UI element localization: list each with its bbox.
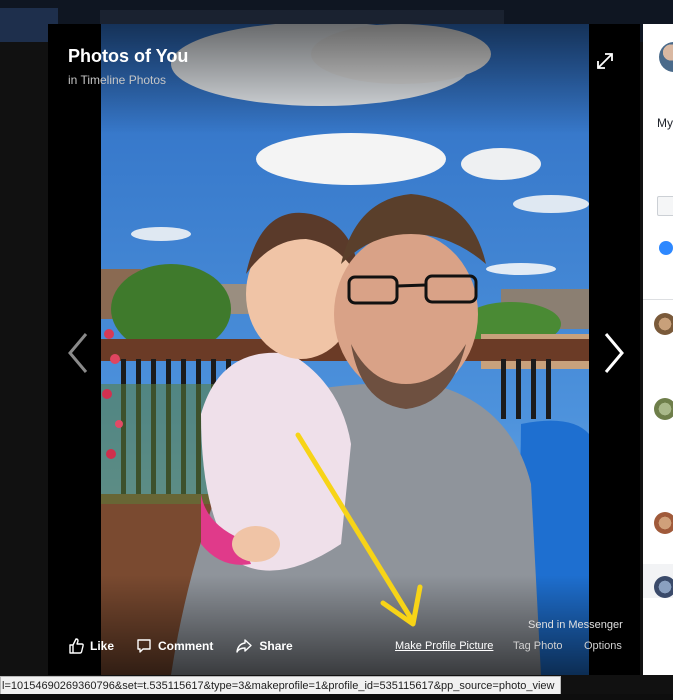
like-label: Like [90, 639, 115, 653]
current-user-avatar [654, 576, 673, 598]
photo-actions-bar: Like Comment Share [68, 636, 315, 656]
chevron-right-icon [604, 333, 624, 373]
commenter-avatar[interactable] [654, 313, 673, 335]
bottom-strip [0, 694, 673, 700]
browser-status-url: l=10154690269360796&set=t.535115617&type… [0, 676, 561, 696]
divider [643, 299, 673, 300]
make-profile-picture-link[interactable]: Make Profile Picture [395, 640, 493, 652]
like-reaction-icon[interactable] [659, 241, 673, 255]
right-info-panel: My [643, 24, 673, 675]
thumbs-up-icon [69, 638, 84, 654]
comment-button[interactable]: Comment [136, 638, 213, 654]
post-text: My [657, 116, 673, 130]
photo-image [101, 24, 589, 675]
avatar[interactable] [659, 42, 673, 72]
previous-photo-button[interactable] [64, 330, 94, 376]
share-button[interactable]: Share [235, 638, 293, 654]
photo-album-subtitle[interactable]: in Timeline Photos [68, 73, 166, 87]
share-label: Share [259, 639, 293, 653]
expand-icon[interactable] [595, 51, 615, 71]
tag-icon[interactable] [657, 196, 673, 216]
options-link[interactable]: Options [584, 640, 622, 652]
comment-label: Comment [158, 639, 214, 653]
send-in-messenger-link[interactable]: Send in Messenger [528, 619, 623, 631]
tag-photo-link[interactable]: Tag Photo [513, 640, 563, 652]
commenter-avatar[interactable] [654, 398, 673, 420]
next-photo-button[interactable] [598, 330, 628, 376]
photo[interactable] [101, 24, 589, 675]
share-icon [236, 639, 253, 653]
chevron-left-icon [68, 333, 88, 373]
like-button[interactable]: Like [68, 638, 114, 654]
comment-icon [137, 639, 151, 653]
commenter-avatar[interactable] [654, 512, 673, 534]
photo-album-title: Photos of You [68, 46, 189, 66]
